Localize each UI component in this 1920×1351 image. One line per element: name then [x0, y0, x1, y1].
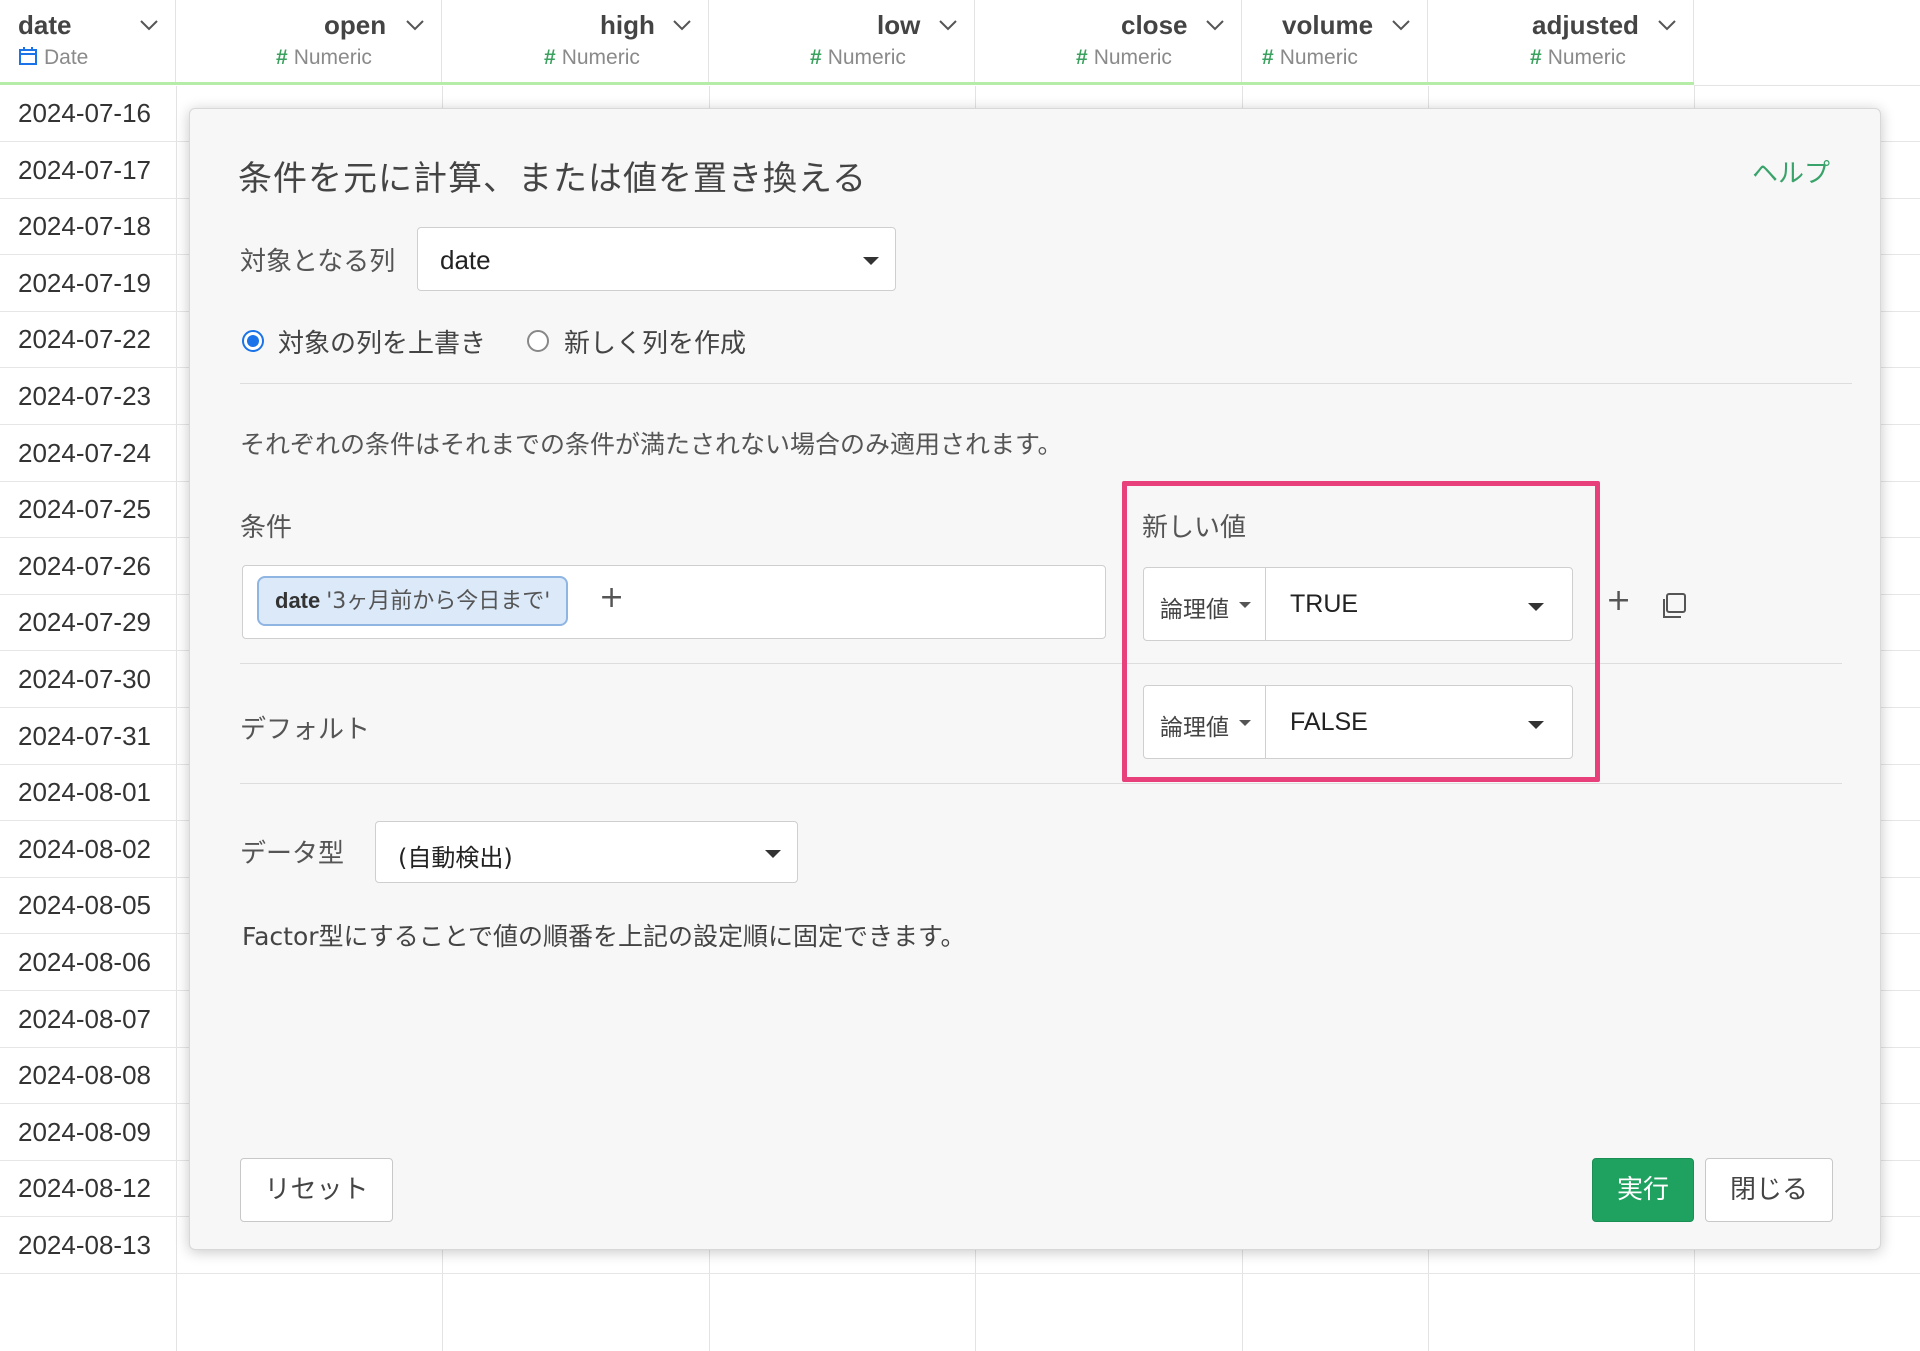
chevron-down-icon[interactable] [138, 14, 160, 36]
radio-new-column[interactable] [527, 330, 549, 352]
date-cell: 2024-07-30 [18, 664, 151, 694]
chevron-down-icon[interactable] [671, 14, 693, 36]
column-name: volume [1282, 10, 1374, 40]
column-type: # Numeric [276, 46, 372, 70]
column-name: adjusted [1532, 10, 1639, 40]
column-name: high [600, 10, 655, 40]
column-type-label: Numeric [827, 46, 906, 69]
column-header-open[interactable]: open # Numeric [176, 0, 442, 82]
date-cell: 2024-08-09 [18, 1116, 151, 1147]
date-cell: 2024-08-02 [18, 833, 151, 864]
chevron-down-icon[interactable] [1204, 14, 1226, 36]
datatype-select[interactable]: (自動検出) [375, 821, 798, 883]
date-cell: 2024-07-17 [18, 154, 151, 185]
column-name: close [1121, 10, 1188, 40]
column-type-label: Numeric [293, 46, 372, 69]
hash-icon: # [1262, 46, 1274, 69]
date-cell: 2024-07-29 [18, 607, 151, 638]
row-divider [240, 663, 1842, 664]
column-type: # Numeric [1530, 46, 1626, 70]
factor-note: Factor型にすることで値の順番を上記の設定順に固定できます。 [242, 922, 966, 951]
calendar-icon [19, 47, 37, 65]
date-cell: 2024-08-13 [18, 1230, 151, 1260]
column-type: # Numeric [810, 46, 906, 70]
date-cell: 2024-08-06 [18, 947, 151, 977]
dialog-title: 条件を元に計算、または値を置き換える [238, 159, 867, 199]
hash-icon: # [1076, 46, 1088, 69]
radio-overwrite-label[interactable]: 対象の列を上書き [278, 323, 486, 360]
date-cell: 2024-07-22 [18, 324, 151, 355]
date-cell: 2024-07-31 [18, 720, 151, 751]
date-cell: 2024-08-05 [18, 890, 151, 921]
date-cell: 2024-07-18 [18, 211, 151, 242]
date-cell: 2024-07-23 [18, 381, 151, 411]
date-cell: 2024-08-08 [18, 1060, 151, 1091]
column-header-close[interactable]: close # Numeric [975, 0, 1242, 82]
column-type: # Numeric [544, 46, 640, 70]
chevron-down-icon[interactable] [1390, 14, 1412, 36]
column-type: Date [18, 46, 88, 70]
chevron-down-icon[interactable] [937, 14, 959, 36]
datatype-label: データ型 [240, 839, 345, 869]
radio-overwrite[interactable] [242, 330, 264, 352]
target-column-value: date [440, 245, 491, 275]
column-type: # Numeric [1076, 46, 1172, 70]
date-cell: 2024-08-01 [18, 777, 151, 808]
date-cell: 2024-07-26 [18, 550, 151, 581]
hash-icon: # [276, 46, 288, 69]
hash-icon: # [544, 46, 556, 69]
date-cell: 2024-08-07 [18, 1003, 151, 1034]
target-column-label: 対象となる列 [240, 247, 396, 277]
condition-input-box[interactable]: date '3ヶ月前から今日まで' + [242, 565, 1106, 639]
highlight-box [1122, 481, 1600, 782]
reset-button[interactable]: リセット [240, 1158, 393, 1222]
column-type-label: Numeric [1279, 46, 1358, 69]
column-type-label: Date [44, 46, 89, 69]
hash-icon: # [810, 46, 822, 69]
column-header-adjusted[interactable]: adjusted # Numeric [1428, 0, 1694, 82]
column-name: date [18, 10, 72, 40]
column-type-label: Numeric [1093, 46, 1172, 69]
help-link[interactable]: ヘルプ [1752, 153, 1830, 190]
condition-chip-column: date [275, 588, 321, 613]
column-name: open [324, 10, 387, 40]
column-header-low[interactable]: low # Numeric [709, 0, 975, 82]
datatype-value: (自動検出) [398, 844, 513, 872]
hash-icon: # [1530, 46, 1542, 69]
condition-chip-text: '3ヶ月前から今日まで' [326, 589, 551, 614]
chevron-down-icon[interactable] [404, 14, 426, 36]
date-cell: 2024-07-25 [18, 494, 151, 525]
close-button[interactable]: 閉じる [1705, 1158, 1833, 1222]
caret-down-icon [765, 850, 781, 858]
run-button[interactable]: 実行 [1592, 1158, 1694, 1222]
default-label: デフォルト [240, 715, 371, 745]
conditions-note: それぞれの条件はそれまでの条件が満たされない場合のみ適用されます。 [240, 430, 1063, 459]
copy-icon[interactable] [1659, 591, 1689, 621]
column-type-label: Numeric [561, 46, 640, 69]
conditional-value-dialog: 条件を元に計算、または値を置き換える ヘルプ 対象となる列 date 対象の列を… [189, 108, 1881, 1250]
condition-chip[interactable]: date '3ヶ月前から今日まで' [257, 576, 569, 626]
chevron-down-icon[interactable] [1656, 14, 1678, 36]
column-type: # Numeric [1262, 46, 1358, 70]
section-divider [240, 383, 1852, 384]
radio-new-column-label[interactable]: 新しく列を作成 [564, 323, 746, 360]
add-condition-button[interactable]: + [599, 580, 624, 615]
date-cell: 2024-07-19 [18, 267, 151, 298]
add-row-button[interactable]: + [1606, 583, 1631, 618]
date-cell: 2024-08-12 [18, 1173, 151, 1204]
date-cell: 2024-07-16 [18, 98, 151, 128]
caret-down-icon [863, 257, 879, 265]
condition-header: 条件 [240, 513, 293, 543]
column-header-volume[interactable]: volume # Numeric [1242, 0, 1428, 82]
column-header-high[interactable]: high # Numeric [442, 0, 709, 82]
date-cell: 2024-07-24 [18, 437, 151, 468]
section-divider [240, 783, 1842, 784]
column-type-label: Numeric [1547, 46, 1626, 69]
column-header-date[interactable]: date Date [0, 0, 176, 82]
target-column-select[interactable]: date [417, 227, 896, 291]
column-name: low [877, 10, 921, 40]
